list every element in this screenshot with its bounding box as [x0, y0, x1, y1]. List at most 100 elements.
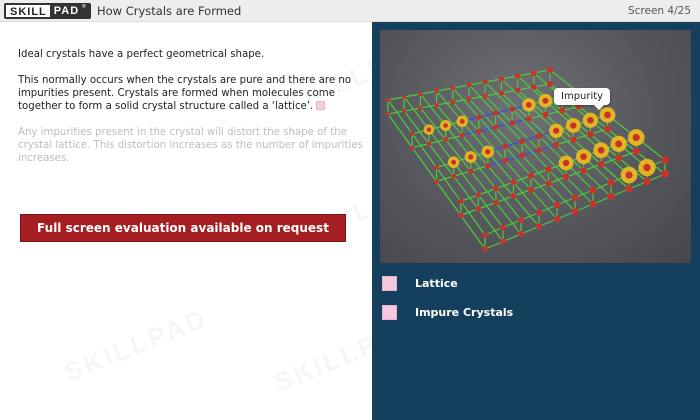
lattice-atom: [468, 154, 474, 160]
paragraph-lattice: This normally occurs when the crystals a…: [18, 74, 368, 113]
lattice-bond: [387, 113, 413, 149]
lattice-bond: [468, 98, 496, 128]
lattice-atom: [466, 96, 472, 102]
lattice-bond: [452, 84, 470, 89]
lattice-atom: [615, 154, 623, 162]
lattice-bond: [436, 167, 462, 202]
lattice-bond: [404, 93, 421, 98]
screen-counter: Screen 4/25: [627, 5, 691, 17]
lattice-atom: [525, 115, 532, 122]
lattice-atom: [597, 146, 605, 154]
menu-item-lattice[interactable]: Lattice: [382, 273, 682, 293]
lattice-bond: [411, 133, 437, 168]
lattice-atom: [530, 70, 537, 76]
lattice-atom: [632, 147, 640, 156]
lattice-bond: [452, 98, 470, 103]
lattice-atom: [482, 232, 488, 238]
lattice-atom: [434, 102, 439, 108]
lattice-atom: [498, 90, 505, 96]
lattice-bond: [387, 96, 405, 101]
lattice-bond: [460, 214, 486, 250]
watermark: SKILLPAD: [60, 303, 213, 389]
lattice-atom: [475, 206, 481, 212]
lattice-atom: [553, 141, 560, 148]
paragraph-lattice-text: This normally occurs when the crystals a…: [18, 75, 352, 112]
lattice-atom: [509, 106, 515, 112]
lattice-atom: [458, 212, 464, 218]
lattice-atom: [562, 173, 570, 181]
paragraph-impurities: Any impurities present in the crystal wi…: [18, 127, 363, 164]
lattice-atom: [492, 124, 499, 130]
lattice-bond: [512, 181, 540, 213]
logo-skill-text: SKILL: [6, 5, 50, 18]
lattice-atom: [525, 101, 532, 108]
lattice-atom: [535, 209, 543, 216]
lattice-bond: [420, 104, 437, 109]
lattice-atom: [510, 179, 517, 186]
lattice-atom: [517, 216, 525, 224]
media-panel: Impurity Lattice Impure Crystals: [372, 22, 700, 420]
lattice-atom: [443, 137, 448, 142]
lattice-bond: [484, 240, 504, 250]
lattice-bond: [436, 87, 453, 92]
lattice-atom: [580, 153, 587, 160]
lattice-atom: [466, 82, 472, 88]
lattice-atom: [482, 246, 488, 252]
lattice-atom: [450, 99, 456, 105]
lattice-atom: [468, 168, 474, 174]
lattice-bond: [530, 175, 558, 206]
lattice-atom: [450, 85, 456, 91]
lattice-bond: [468, 84, 496, 114]
lattice-atom: [571, 194, 579, 201]
lattice-atom: [607, 192, 615, 201]
lattice-atom: [485, 149, 491, 155]
lattice-atom: [553, 127, 560, 134]
lattice-bond: [452, 87, 480, 118]
lattice-bond: [460, 200, 486, 236]
logo-pad-text: PAD: [53, 5, 80, 17]
lattice-bond: [477, 194, 504, 228]
lattice-bond: [487, 165, 514, 197]
lattice-bond: [436, 90, 463, 122]
lattice-atom: [498, 76, 505, 82]
lattice-illustration: [386, 67, 669, 252]
lattice-atom: [661, 156, 669, 164]
lattice-atom: [553, 201, 561, 209]
marker-box-icon: [316, 101, 326, 110]
lattice-atom: [410, 131, 415, 136]
lattice-atom: [589, 186, 597, 194]
lattice-bond: [420, 90, 437, 95]
menu-item-impure-crystals[interactable]: Impure Crystals: [382, 302, 682, 322]
lattice-atom: [604, 125, 611, 133]
lattice-atom: [434, 179, 439, 184]
lattice-atom: [615, 140, 623, 148]
lattice-atom: [492, 110, 499, 116]
lattice-atom: [410, 145, 415, 150]
impurity-callout: Impurity: [554, 88, 611, 110]
lattice-atom: [547, 67, 553, 73]
lattice-atom: [545, 166, 552, 173]
lattice-bond: [453, 175, 479, 210]
lattice-atom: [434, 88, 439, 94]
lattice-bond: [460, 194, 479, 202]
lattice-bond: [470, 156, 497, 189]
lattice-atom: [509, 120, 515, 126]
lattice-bond: [495, 112, 523, 142]
lattice-bond: [504, 160, 532, 191]
lattice-bond: [495, 188, 522, 221]
lattice-atom: [553, 215, 561, 223]
evaluation-banner: Full screen evaluation available on requ…: [20, 214, 346, 242]
lattice-atom: [500, 224, 506, 231]
lattice-atom: [485, 163, 491, 169]
lattice-atom: [597, 160, 605, 168]
lattice-atom: [493, 199, 499, 206]
lattice-atom: [547, 81, 553, 87]
lattice-atom: [482, 93, 488, 99]
lattice-atom: [476, 128, 482, 134]
lattice-atom: [502, 157, 508, 164]
lesson-text: Ideal crystals have a perfect geometrica…: [18, 48, 368, 178]
lattice-bond: [419, 93, 447, 126]
lattice-atom: [527, 186, 534, 193]
lattice-atom: [459, 118, 465, 124]
lattice-bond: [453, 161, 479, 196]
